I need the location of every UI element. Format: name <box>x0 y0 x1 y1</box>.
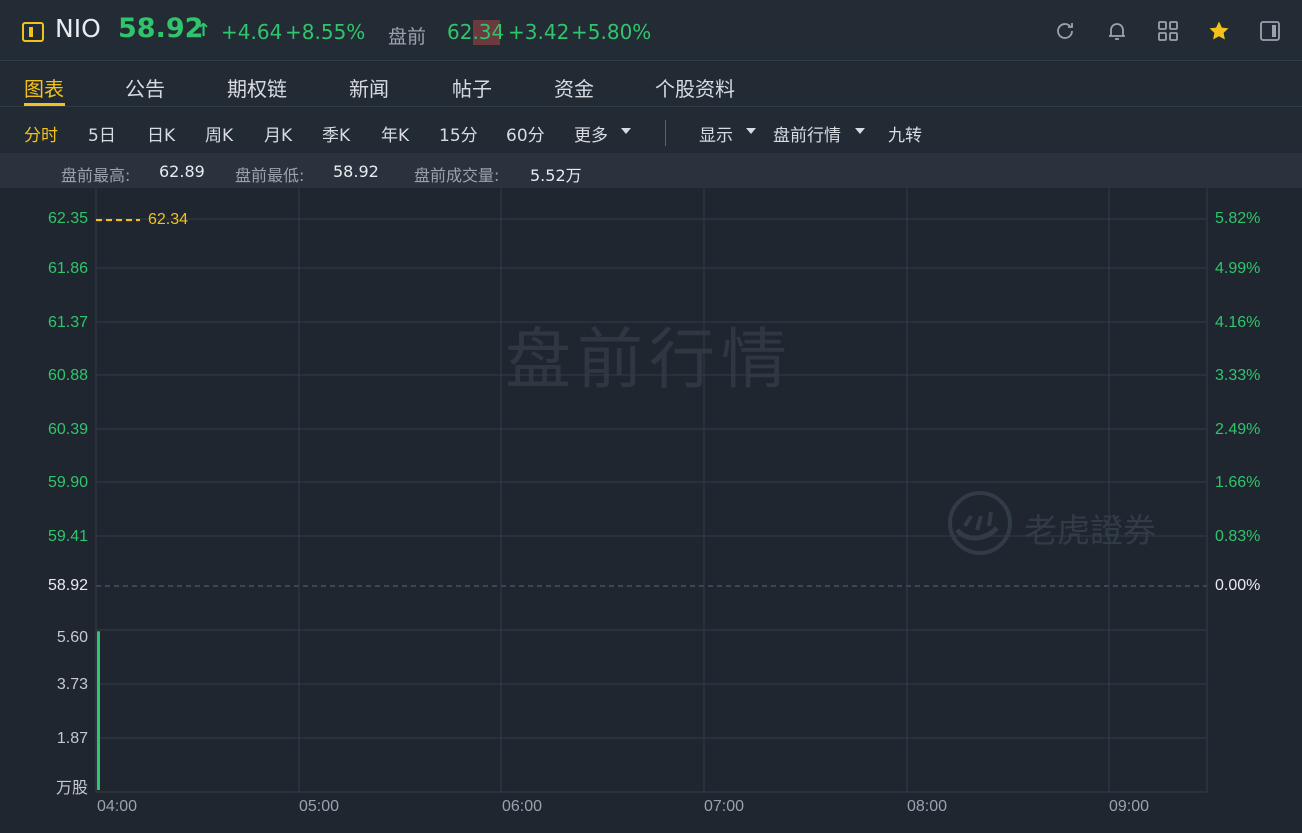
display-dropdown[interactable]: 显示 <box>699 121 733 146</box>
period-weekly-k[interactable]: 周K <box>205 121 233 146</box>
volume-unit-label: 万股 <box>55 780 88 797</box>
active-tab-indicator <box>24 103 65 106</box>
pct-reference-label: 0.00% <box>1215 577 1261 594</box>
price-tick-label: 62.35 <box>47 210 88 227</box>
tab-company-profile[interactable]: 个股资料 <box>655 73 735 102</box>
bell-icon[interactable] <box>1105 19 1129 43</box>
intraday-chart[interactable]: 盘前行情 老虎證券 62.35 61.86 61.37 60.88 60.39 … <box>0 188 1302 833</box>
pct-tick-label: 0.83% <box>1215 528 1261 545</box>
period-toolbar: 分时 5日 日K 周K 月K 季K 年K 15分 60分 更多 显示 盘前行情 … <box>0 108 1302 153</box>
volume-tick-label: 3.73 <box>56 676 88 693</box>
time-tick-label: 05:00 <box>299 798 340 815</box>
premarket-high-value: 62.89 <box>159 162 205 181</box>
time-tick-label: 06:00 <box>502 798 543 815</box>
refresh-icon[interactable] <box>1053 19 1077 43</box>
pct-tick-label: 5.82% <box>1215 210 1261 227</box>
chevron-down-icon <box>855 128 865 134</box>
current-price-label: 62.34 <box>148 211 189 229</box>
price-tick-label: 59.90 <box>47 474 88 491</box>
tab-capital-flow[interactable]: 资金 <box>554 73 594 102</box>
price-tick-label: 61.86 <box>47 260 88 277</box>
period-15min[interactable]: 15分 <box>439 121 478 146</box>
premarket-low-value: 58.92 <box>333 162 379 181</box>
premarket-low-label: 盘前最低: <box>235 166 305 185</box>
tab-news[interactable]: 新闻 <box>349 73 389 102</box>
premarket-label: 盘前 <box>388 26 427 48</box>
time-tick-label: 08:00 <box>907 798 948 815</box>
last-price: 58.92 <box>118 13 204 44</box>
ticker-symbol: NIO <box>55 14 101 43</box>
tab-option-chain[interactable]: 期权链 <box>227 73 287 102</box>
chevron-down-icon <box>621 128 631 134</box>
tab-posts[interactable]: 帖子 <box>452 73 492 102</box>
toolbar-divider <box>665 120 666 146</box>
grid-icon[interactable] <box>1156 19 1180 43</box>
pct-tick-label: 1.66% <box>1215 474 1261 491</box>
quote-header: NIO 58.92 ↑ +4.64 +8.55% 盘前 62.34 +3.42 … <box>0 0 1302 61</box>
premarket-dropdown[interactable]: 盘前行情 <box>773 121 841 146</box>
chart-canvas <box>95 188 1208 793</box>
premarket-high-label: 盘前最高: <box>61 166 131 185</box>
pct-tick-label: 4.16% <box>1215 314 1261 331</box>
price-tick-label: 61.37 <box>47 314 88 331</box>
premarket-change-pct: +5.80% <box>571 20 652 44</box>
main-tabs: 图表 公告 期权链 新闻 帖子 资金 个股资料 <box>0 62 1302 107</box>
price-change-pct: +8.55% <box>285 20 366 44</box>
nine-turn-indicator-button[interactable]: 九转 <box>888 121 922 146</box>
ticker-flag-icon <box>22 22 44 42</box>
panel-toggle-icon[interactable] <box>1258 19 1282 43</box>
period-daily-k[interactable]: 日K <box>147 121 175 146</box>
premarket-price: 62.34 <box>447 20 505 44</box>
time-tick-label: 07:00 <box>704 798 745 815</box>
period-monthly-k[interactable]: 月K <box>264 121 292 146</box>
premarket-volume-label: 盘前成交量: <box>414 166 500 185</box>
tab-announcements[interactable]: 公告 <box>125 73 165 102</box>
period-quarterly-k[interactable]: 季K <box>322 121 350 146</box>
chevron-down-icon <box>746 128 756 134</box>
premarket-change: +3.42 <box>508 20 570 44</box>
time-tick-label: 04:00 <box>97 798 138 815</box>
period-yearly-k[interactable]: 年K <box>381 121 409 146</box>
period-5day[interactable]: 5日 <box>88 121 116 146</box>
star-icon[interactable] <box>1207 19 1231 43</box>
up-arrow-icon: ↑ <box>196 20 212 41</box>
tab-chart[interactable]: 图表 <box>24 73 64 102</box>
price-tick-label: 60.39 <box>47 421 88 438</box>
volume-tick-label: 1.87 <box>56 730 88 747</box>
period-intraday[interactable]: 分时 <box>24 121 58 146</box>
price-tick-label: 59.41 <box>47 528 88 545</box>
pct-tick-label: 4.99% <box>1215 260 1261 277</box>
price-change: +4.64 <box>221 20 283 44</box>
pct-tick-label: 2.49% <box>1215 421 1261 438</box>
volume-tick-label: 5.60 <box>56 629 88 646</box>
price-tick-label: 60.88 <box>47 367 88 384</box>
time-tick-label: 09:00 <box>1109 798 1150 815</box>
price-reference-label: 58.92 <box>47 577 88 594</box>
period-60min[interactable]: 60分 <box>506 121 545 146</box>
pct-tick-label: 3.33% <box>1215 367 1261 384</box>
volume-bar <box>97 631 100 790</box>
premarket-volume-value: 5.52万 <box>530 166 582 185</box>
more-periods-dropdown[interactable]: 更多 <box>574 121 608 146</box>
premarket-stats-bar: 盘前最高: 62.89 盘前最低: 58.92 盘前成交量: 5.52万 <box>0 153 1302 188</box>
